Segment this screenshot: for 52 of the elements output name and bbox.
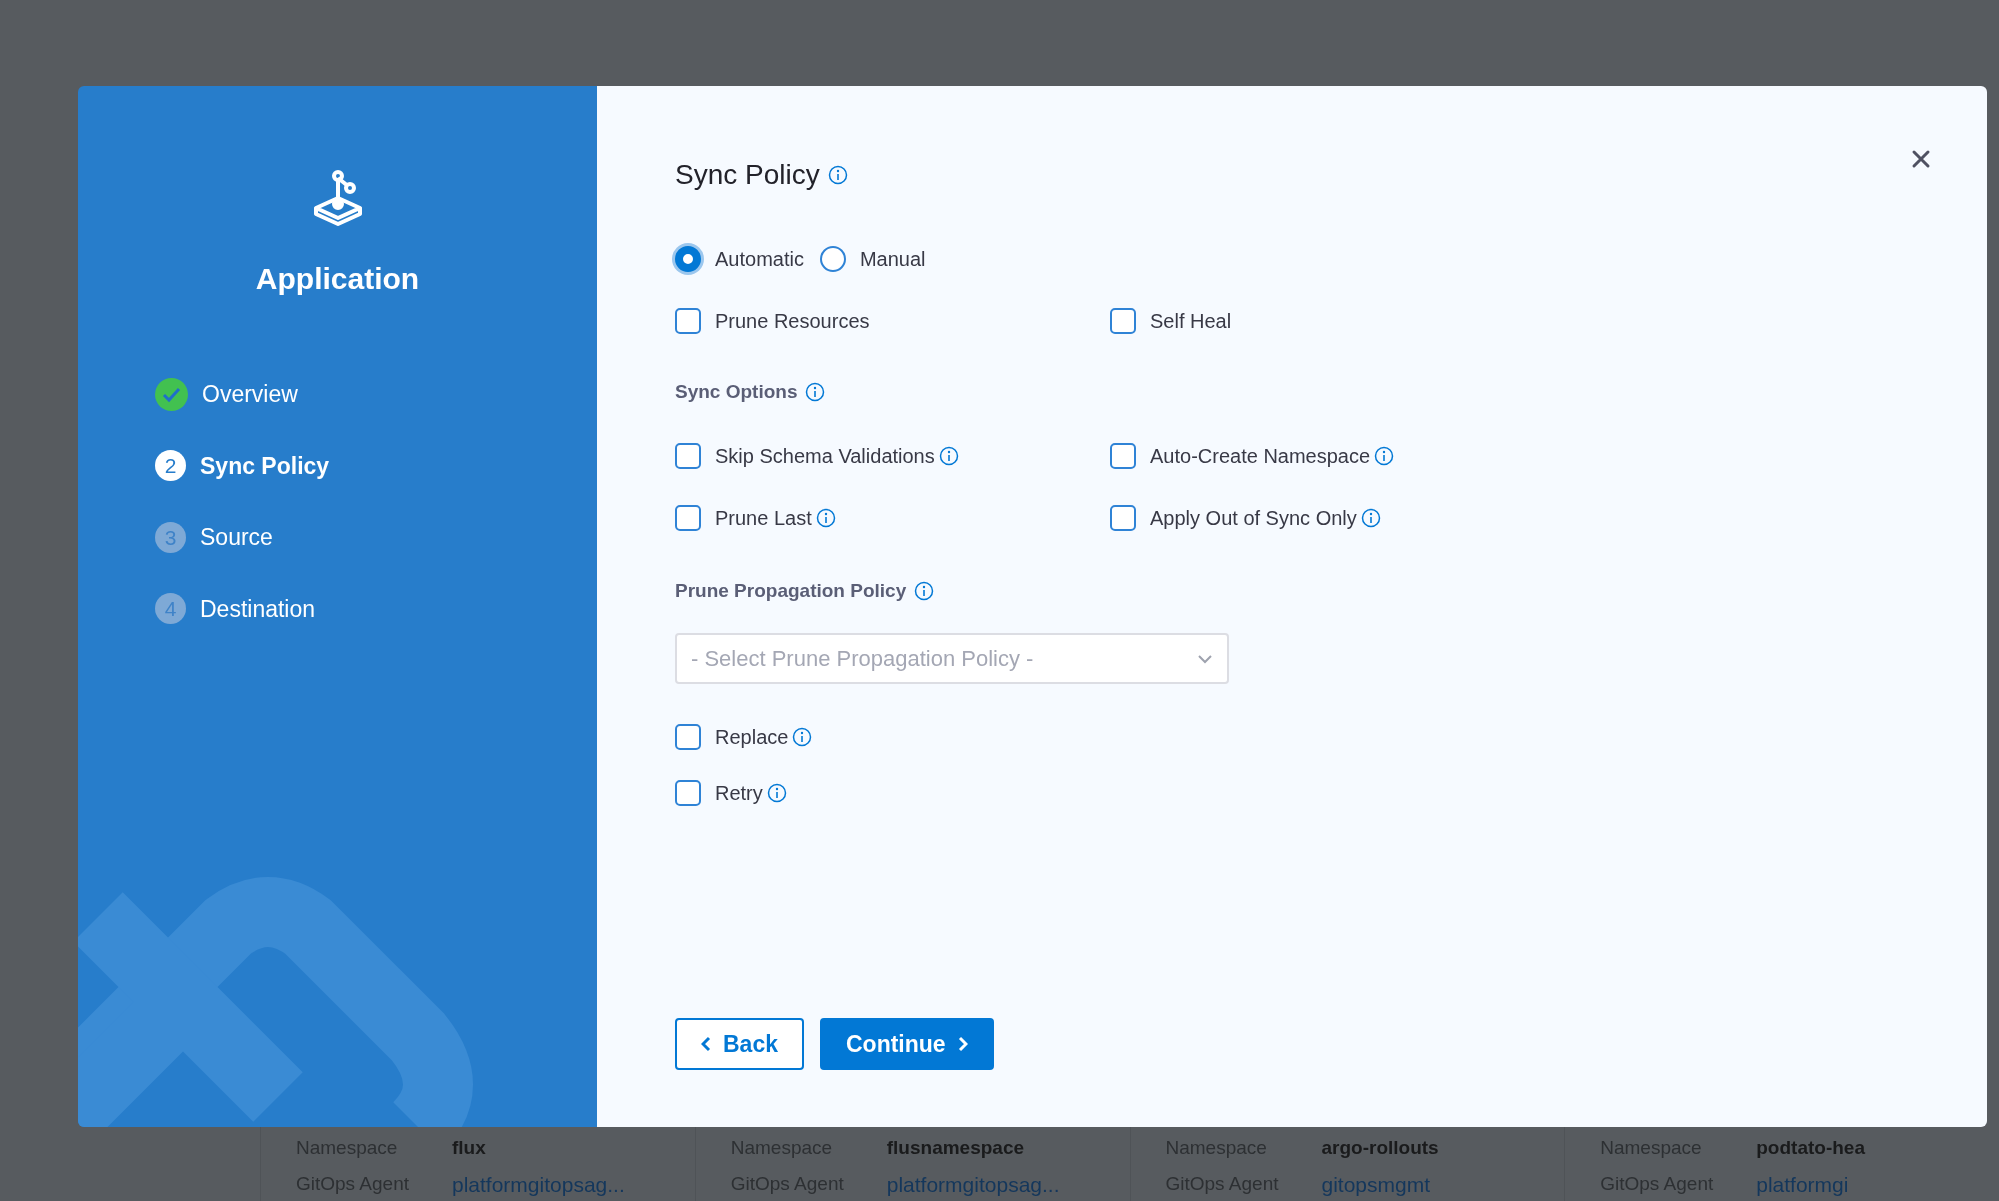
field-value: flusnamespace	[886, 1137, 1026, 1159]
application-icon	[311, 170, 364, 226]
form-title: Sync Policy	[675, 158, 820, 192]
checkbox-option[interactable]: Apply Out of Sync Only	[1110, 502, 1357, 533]
wizard-title: Application	[255, 261, 420, 297]
field-value: flux	[452, 1137, 487, 1159]
checkbox-option[interactable]: Retry	[675, 778, 763, 808]
checkbox[interactable]	[1110, 442, 1136, 469]
checkbox[interactable]	[1110, 308, 1136, 334]
checkbox-option[interactable]: Auto-Create Namespace	[1110, 440, 1371, 471]
step-number: 2	[155, 450, 186, 482]
continue-button[interactable]: Continue	[820, 1018, 994, 1070]
radio-button[interactable]	[675, 246, 701, 272]
info-icon[interactable]	[805, 382, 826, 403]
chevron-down-icon	[1197, 653, 1213, 664]
checkbox[interactable]	[1110, 504, 1136, 531]
chevron-right-icon	[957, 1036, 968, 1052]
checkbox-option[interactable]: Replace	[675, 722, 789, 752]
checkbox[interactable]	[675, 724, 701, 750]
info-icon[interactable]	[1360, 507, 1381, 528]
close-icon[interactable]	[1911, 148, 1931, 169]
wizard-step[interactable]: 2 Sync Policy	[155, 448, 597, 483]
back-button[interactable]: Back	[675, 1018, 804, 1070]
radio-option[interactable]: Automatic	[675, 244, 804, 274]
wizard-step[interactable]: 4 Destination	[155, 591, 597, 626]
checkbox-option[interactable]: Prune Resources	[675, 306, 870, 336]
section-label: Sync Options	[675, 380, 798, 404]
info-icon[interactable]	[827, 165, 848, 185]
wizard-step[interactable]: Overview	[155, 377, 597, 412]
info-icon[interactable]	[792, 727, 813, 747]
checkbox-option[interactable]: Prune Last	[675, 502, 812, 533]
step-number: 4	[155, 593, 186, 625]
step-number: 3	[155, 521, 186, 553]
info-icon[interactable]	[938, 445, 959, 466]
section-label: Prune Propagation Policy	[675, 578, 907, 603]
info-icon[interactable]	[766, 783, 787, 803]
checkbox[interactable]	[675, 442, 701, 469]
checkbox[interactable]	[675, 308, 701, 334]
checkbox-option[interactable]: Skip Schema Validations	[675, 440, 935, 471]
checkbox[interactable]	[675, 504, 701, 531]
info-icon[interactable]	[1374, 445, 1395, 466]
prune-propagation-select[interactable]: - Select Prune Propagation Policy -	[675, 633, 1229, 684]
field-value: argo-rollouts	[1321, 1137, 1440, 1159]
radio-option[interactable]: Manual	[819, 244, 926, 274]
radio-button[interactable]	[819, 246, 846, 272]
wizard-step[interactable]: 3 Source	[155, 520, 597, 555]
field-value: podtato-hea	[1756, 1137, 1866, 1159]
info-icon[interactable]	[914, 580, 935, 601]
checkbox[interactable]	[675, 780, 701, 806]
chevron-left-icon	[701, 1036, 711, 1052]
info-icon[interactable]	[815, 507, 836, 528]
checkbox-option[interactable]: Self Heal	[1110, 306, 1232, 336]
